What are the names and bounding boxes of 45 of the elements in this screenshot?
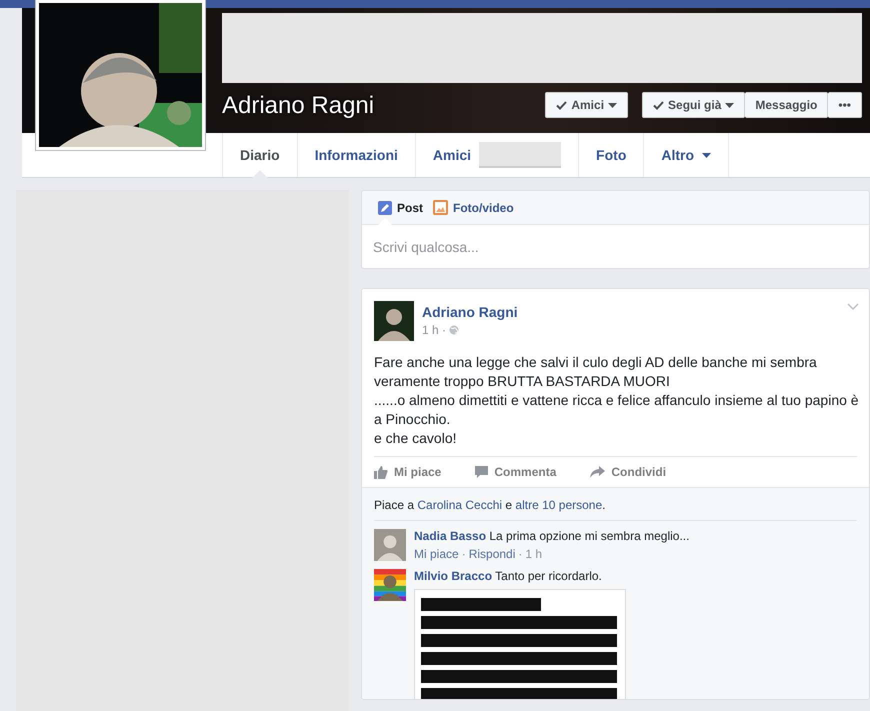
avatar[interactable] <box>374 301 414 341</box>
likers-link[interactable]: altre 10 persone <box>515 498 602 512</box>
comment-text: Milvio Bracco Tanto per ricordarlo. <box>414 569 603 583</box>
author-link[interactable]: Adriano Ragni <box>422 304 518 320</box>
share-button[interactable]: Condividi <box>590 465 666 479</box>
caret-icon <box>702 152 712 158</box>
pencil-icon <box>378 200 392 214</box>
profile-link[interactable]: Carolina Cecchi <box>417 498 502 512</box>
more-button[interactable]: ••• <box>828 92 862 118</box>
comment-button[interactable]: Commenta <box>475 465 556 479</box>
message-button[interactable]: Messaggio <box>745 92 828 118</box>
commenter-link[interactable]: Milvio Bracco <box>414 569 492 583</box>
profile-tab[interactable]: Diario <box>222 133 297 177</box>
separator-dot: · <box>518 547 522 561</box>
caret-icon <box>725 102 734 108</box>
comment-text: Nadia Basso La prima opzione mi sembra meglio... <box>414 529 690 543</box>
separator-dot: · <box>462 547 466 561</box>
composer-tab[interactable]: Foto/video <box>433 191 514 224</box>
photo-icon <box>433 200 448 215</box>
reply-link[interactable]: Rispondi <box>468 547 516 561</box>
profile-tab[interactable]: Altro <box>643 133 730 177</box>
like-button[interactable]: Mi piace <box>374 465 442 479</box>
post-text: Fare anche una legge che salvi il culo degli AD delle banche mi sembra veramente troppo BRUTTA BASTARDA MUORI <box>374 353 818 391</box>
profile-name: Adriano Ragni <box>222 92 374 120</box>
profile-tab[interactable]: Amici <box>414 133 578 177</box>
profile-tab[interactable]: Foto <box>578 133 644 177</box>
post-time: 1 h · <box>422 323 446 337</box>
likes-summary: Piace a Carolina Cecchi e altre 10 persone. <box>374 488 857 521</box>
check-icon <box>556 100 568 110</box>
comment-time: 1 h <box>525 547 542 561</box>
share-arrow-icon <box>590 466 606 478</box>
post-text: ......o almeno dimettiti e vattene ricca e felice affanculo insieme al tuo papino è a Pinocchio. <box>374 391 860 429</box>
speech-bubble-icon <box>475 466 488 478</box>
friends-button[interactable]: Amici <box>545 92 628 118</box>
like-link[interactable]: Mi piace <box>414 547 459 561</box>
commenter-link[interactable]: Nadia Basso <box>414 529 486 543</box>
thumbs-up-icon <box>374 466 388 478</box>
caret-icon <box>608 102 618 108</box>
avatar[interactable] <box>374 569 406 601</box>
status-input-field[interactable]: Scrivi qualcosa... <box>361 225 870 269</box>
follow-button[interactable]: Segui già <box>642 92 746 118</box>
profile-tab[interactable]: Informazioni <box>296 133 415 177</box>
check-icon <box>653 100 664 110</box>
globe-icon <box>449 325 460 335</box>
post-text: e che cavolo! <box>374 429 458 448</box>
